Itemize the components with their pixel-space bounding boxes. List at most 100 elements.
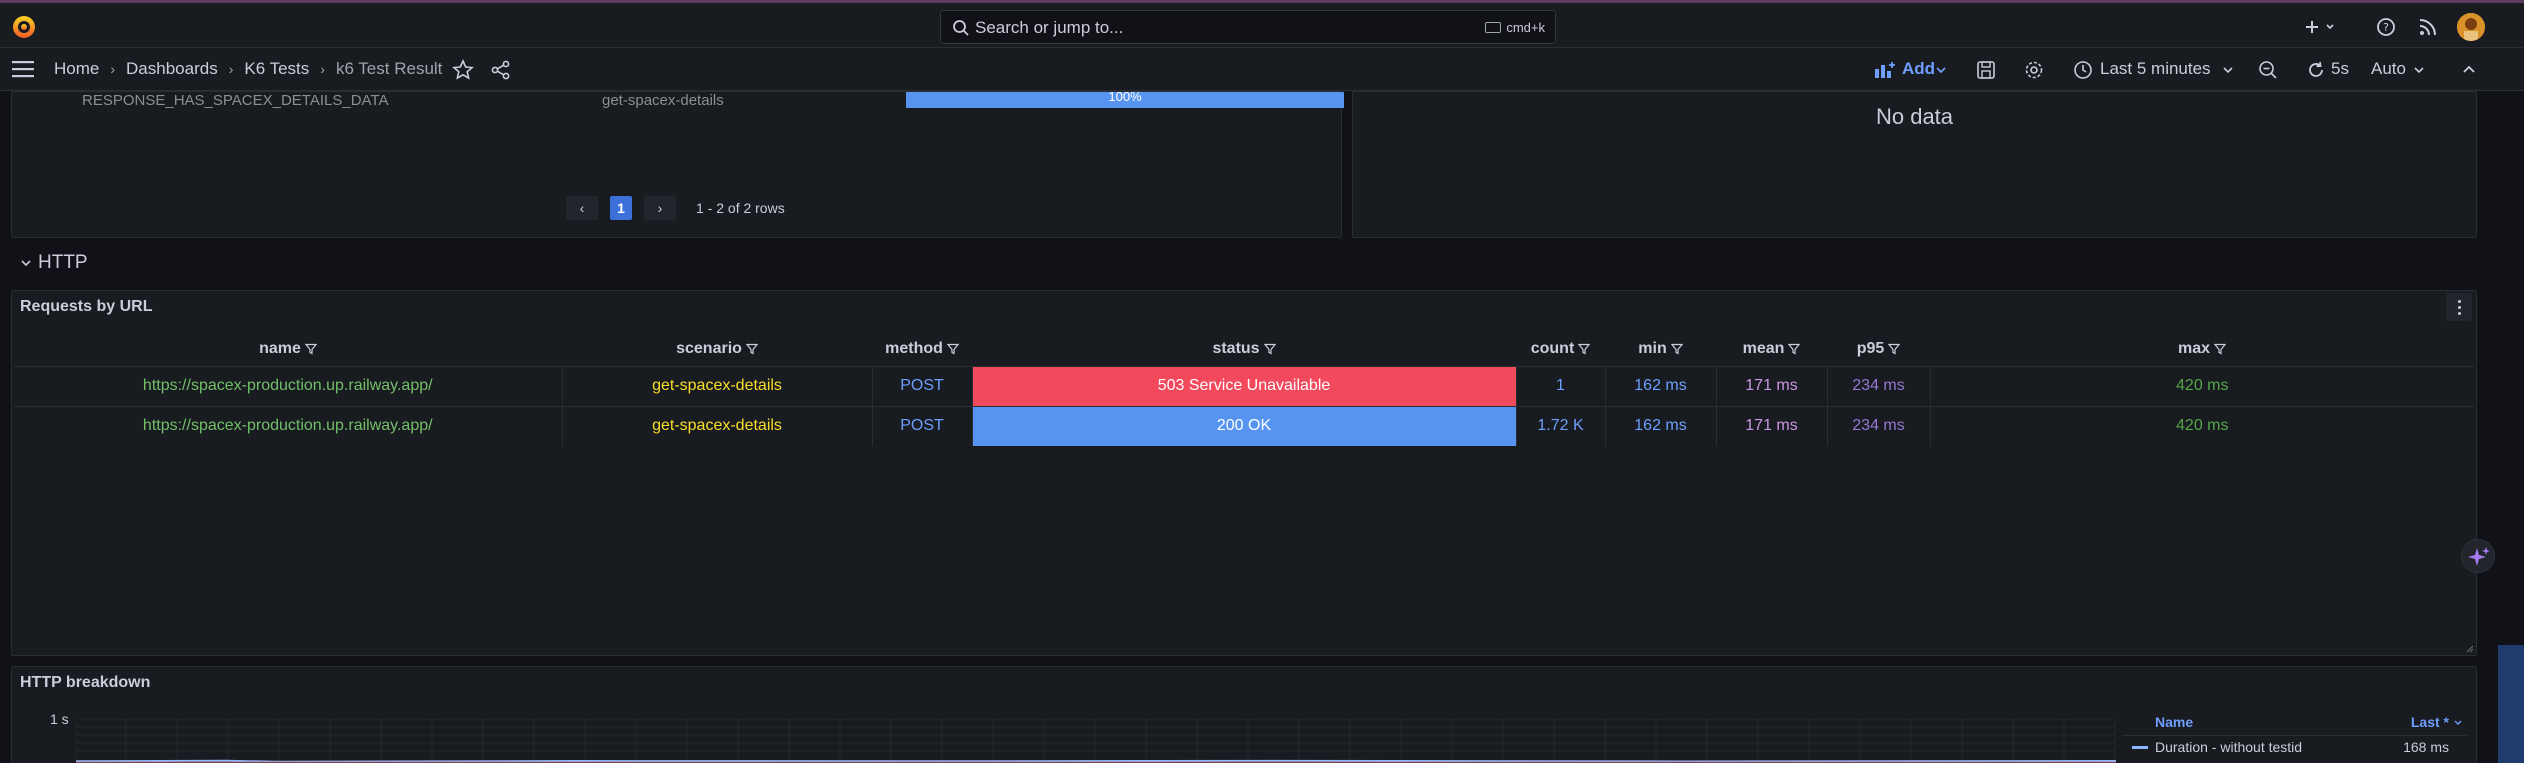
side-edge <box>2498 645 2524 763</box>
panel-menu-button[interactable] <box>2446 293 2472 321</box>
column-header-max[interactable]: max <box>1930 332 2474 366</box>
assistant-button[interactable] <box>2461 539 2495 573</box>
search-placeholder: Search or jump to... <box>975 18 1124 37</box>
column-header-mean[interactable]: mean <box>1716 332 1827 366</box>
column-header-p95[interactable]: p95 <box>1827 332 1930 366</box>
column-header-method[interactable]: method <box>872 332 972 366</box>
chevron-down-icon <box>2223 67 2233 74</box>
breadcrumb-k6-tests[interactable]: K6 Tests <box>244 59 309 79</box>
filter-icon[interactable] <box>304 343 317 355</box>
checks-panel: RESPONSE_HAS_SPACEX_DETAILS_DATA get-spa… <box>11 90 1344 238</box>
filter-icon[interactable] <box>2214 343 2227 355</box>
chevron-right-icon: › <box>320 61 325 77</box>
breakdown-chart-area <box>76 719 2116 763</box>
chevron-right-icon: › <box>110 61 116 77</box>
filter-icon[interactable] <box>1263 343 1276 355</box>
search-bar[interactable]: Search or jump to... cmd+k <box>940 10 1556 44</box>
legend-series-name: Duration - without testid <box>2155 739 2303 755</box>
gear-icon[interactable] <box>2023 59 2045 81</box>
top-bar: Search or jump to... cmd+k ? <box>0 0 2524 48</box>
pagination-info: 1 - 2 of 2 rows <box>696 200 785 216</box>
page-1-button[interactable]: 1 <box>610 196 632 220</box>
cell-count: 1.72 K <box>1515 405 1605 446</box>
cell-max: 420 ms <box>1929 365 2474 406</box>
grafana-logo-icon[interactable] <box>10 13 38 41</box>
cell-name: https://spacex-production.up.railway.app… <box>14 365 562 406</box>
filter-icon[interactable] <box>1888 343 1901 355</box>
cell-mean: 171 ms <box>1715 365 1827 406</box>
cell-max: 420 ms <box>1929 405 2474 446</box>
y-axis-tick: 1 s <box>50 711 69 727</box>
cell-mean: 171 ms <box>1715 405 1827 446</box>
legend-color-swatch <box>2132 746 2148 749</box>
share-icon[interactable] <box>490 59 512 81</box>
breadcrumb-home[interactable]: Home <box>54 59 99 79</box>
keyboard-icon <box>1485 22 1502 33</box>
requests-table: name scenario method status count min me… <box>14 332 2474 446</box>
column-header-scenario[interactable]: scenario <box>562 332 872 366</box>
filter-icon[interactable] <box>1788 343 1801 355</box>
chevron-down-icon <box>21 260 31 267</box>
filter-icon[interactable] <box>1578 343 1591 355</box>
new-plus-icon[interactable] <box>2303 15 2339 39</box>
column-header-status[interactable]: status <box>972 332 1516 366</box>
row-header-http[interactable]: HTTP <box>20 252 88 274</box>
row-title: HTTP <box>38 252 88 273</box>
cell-scenario: get-spacex-details <box>561 405 872 446</box>
next-page-button[interactable]: › <box>644 196 676 220</box>
breadcrumb-dashboards[interactable]: Dashboards <box>126 59 218 79</box>
table-row: https://spacex-production.up.railway.app… <box>14 405 2474 446</box>
cell-scenario: get-spacex-details <box>561 365 872 406</box>
chevron-up-icon[interactable] <box>2458 59 2480 81</box>
no-data-text: No data <box>1875 104 1954 129</box>
column-header-min[interactable]: min <box>1605 332 1716 366</box>
menu-icon[interactable] <box>12 60 34 78</box>
legend-series-last: 168 ms <box>2403 739 2449 755</box>
resize-handle-icon[interactable] <box>2464 643 2474 653</box>
chevron-down-icon <box>2414 67 2424 74</box>
add-panel-icon <box>1875 62 1895 78</box>
view-mode-picker[interactable]: Auto <box>2371 59 2406 79</box>
table-pagination: ‹ 1 › 1 - 2 of 2 rows <box>566 196 785 220</box>
zoom-out-icon[interactable] <box>2257 59 2279 81</box>
breadcrumb-current: k6 Test Result <box>335 59 443 78</box>
add-button[interactable]: Add <box>1902 59 1935 79</box>
avatar-icon <box>2457 13 2485 41</box>
save-icon[interactable] <box>1975 59 1997 81</box>
breadcrumb: Home › Dashboards › K6 Tests › k6 Test R… <box>54 59 442 79</box>
news-feed-icon[interactable] <box>2416 15 2440 39</box>
table-header-row: name scenario method status count min me… <box>14 332 2474 366</box>
cell-count: 1 <box>1515 365 1605 406</box>
check-rate-bar: 100% <box>906 90 1344 108</box>
help-icon[interactable]: ? <box>2374 15 2398 39</box>
check-scenario-cell: get-spacex-details <box>602 92 724 109</box>
filter-icon[interactable] <box>745 343 758 355</box>
star-icon[interactable] <box>452 59 474 81</box>
check-name-cell: RESPONSE_HAS_SPACEX_DETAILS_DATA <box>82 92 389 109</box>
panel-title: HTTP breakdown <box>20 674 151 691</box>
dashboard-nav-bar: Home › Dashboards › K6 Tests › k6 Test R… <box>0 48 2524 91</box>
sparkle-icon <box>2468 547 2490 566</box>
column-header-count[interactable]: count <box>1516 332 1605 366</box>
panel-title: Requests by URL <box>20 298 153 315</box>
refresh-icon[interactable] <box>2305 59 2327 81</box>
chevron-down-icon <box>2454 720 2462 725</box>
legend-header-last[interactable]: Last * <box>2411 714 2449 730</box>
search-shortcut: cmd+k <box>1485 20 1545 35</box>
legend-header: Name Last * <box>2122 712 2467 736</box>
table-row: https://spacex-production.up.railway.app… <box>14 365 2474 406</box>
refresh-interval[interactable]: 5s <box>2331 59 2349 79</box>
clock-icon <box>2074 61 2092 79</box>
column-header-name[interactable]: name <box>14 332 562 366</box>
filter-icon[interactable] <box>946 343 959 355</box>
filter-icon[interactable] <box>1670 343 1683 355</box>
time-range-picker[interactable]: Last 5 minutes <box>2100 59 2211 79</box>
cell-name: https://spacex-production.up.railway.app… <box>14 405 562 446</box>
user-avatar[interactable] <box>2457 13 2485 41</box>
cell-min: 162 ms <box>1604 365 1716 406</box>
prev-page-button[interactable]: ‹ <box>566 196 598 220</box>
search-icon <box>953 20 969 36</box>
cell-method: POST <box>871 365 972 406</box>
legend-header-name[interactable]: Name <box>2155 714 2193 730</box>
cell-p95: 234 ms <box>1826 405 1930 446</box>
